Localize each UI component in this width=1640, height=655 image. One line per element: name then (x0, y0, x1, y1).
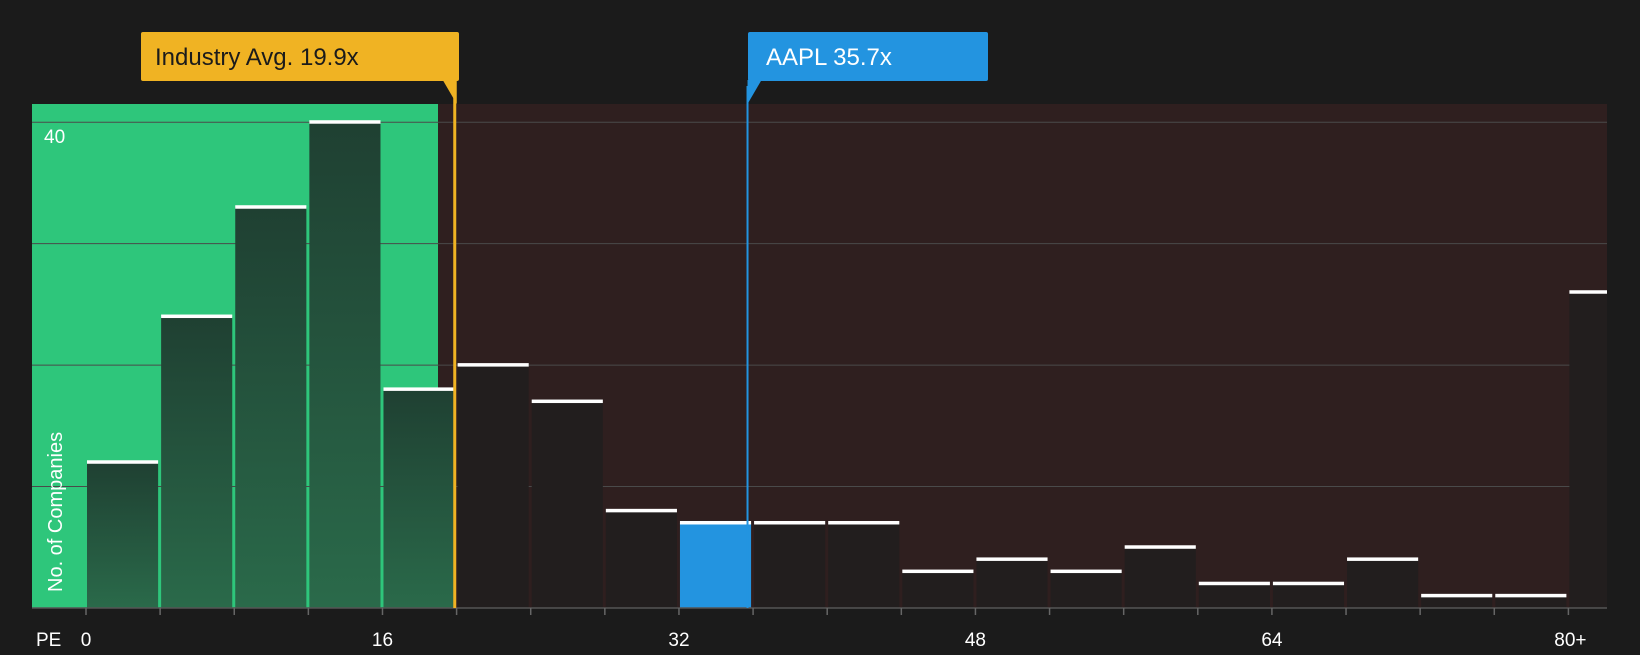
histogram-bar (1050, 571, 1122, 608)
bar-cap (531, 399, 603, 404)
x-axis-title: PE (36, 630, 61, 650)
histogram-bar (309, 122, 381, 609)
bar-cap (1569, 290, 1607, 294)
x-tick-label: 64 (1261, 630, 1283, 650)
bar-cap (1272, 581, 1345, 586)
bar-cap (1421, 593, 1493, 598)
bar-cap (828, 520, 900, 525)
bar-cap (754, 520, 826, 525)
histogram-bar (1272, 583, 1345, 608)
histogram-bar (161, 316, 233, 608)
bar-cap (457, 363, 529, 367)
bar-cap (1347, 557, 1419, 561)
industry-avg-label: Industry Avg. 19.9x (155, 44, 359, 71)
bar-cap (1495, 593, 1567, 598)
bar-cap (1050, 569, 1122, 574)
histogram-bar (1124, 547, 1196, 608)
y-axis-title: No. of Companies (45, 432, 67, 592)
x-tick-label: 48 (965, 630, 986, 650)
histogram-bar (605, 510, 677, 608)
bar-cap (679, 520, 752, 525)
company-label: AAPL 35.7x (766, 44, 892, 71)
histogram-bar (902, 571, 974, 608)
histogram-bar (1495, 595, 1567, 608)
y-tick-label: 40 (44, 127, 65, 148)
bar-cap (1198, 581, 1270, 586)
histogram-bar (976, 559, 1048, 608)
histogram-bar (1347, 559, 1419, 608)
histogram-bar (679, 522, 752, 608)
histogram-bar (1569, 292, 1607, 608)
histogram-bar (754, 522, 826, 608)
x-tick-label: 32 (668, 630, 689, 650)
histogram-bar (383, 389, 455, 608)
histogram-bar (1198, 583, 1270, 608)
x-tick-label: 16 (372, 630, 393, 650)
histogram-bar (531, 401, 603, 608)
histogram-bar (1421, 595, 1493, 608)
histogram-bar (828, 522, 900, 608)
bar-cap (902, 569, 974, 574)
histogram-bar (87, 462, 159, 608)
bar-cap (309, 120, 381, 124)
bar-cap (1124, 545, 1196, 549)
pe-distribution-chart: 40 0 16 32 48 64 80+ PE No. of Companies Industr… (0, 0, 1640, 651)
bar-cap (605, 508, 677, 513)
bar-cap (976, 557, 1048, 561)
bar-cap (383, 387, 455, 391)
bar-cap (87, 460, 159, 464)
x-tick-label: 0 (81, 630, 92, 650)
bar-cap (161, 314, 233, 319)
x-tick-label: 80+ (1554, 630, 1586, 650)
histogram-bar (235, 207, 307, 608)
chart-svg: 40 0 16 32 48 64 80+ PE No. of Companies Industr… (0, 0, 1640, 651)
histogram-bar (457, 365, 529, 608)
bar-cap (235, 205, 307, 209)
